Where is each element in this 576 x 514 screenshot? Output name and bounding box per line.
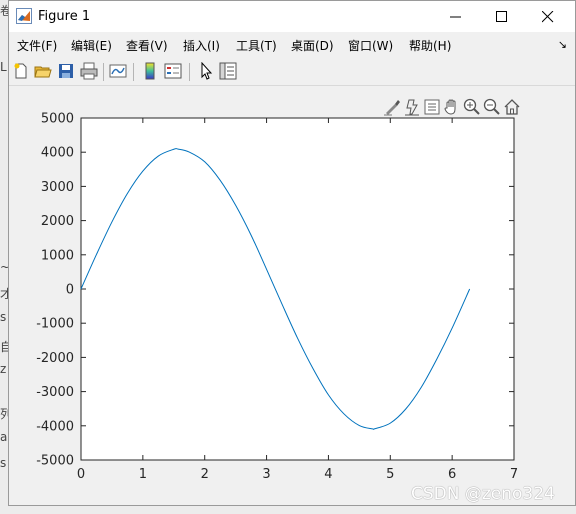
y-tick-label: 4000 <box>41 146 74 161</box>
x-tick-label: 3 <box>262 467 270 482</box>
y-tick-label: 2000 <box>41 214 74 229</box>
y-tick-label: -1000 <box>36 317 74 332</box>
watermark: CSDN @zeno324 <box>411 484 555 504</box>
x-tick-label: 5 <box>386 467 394 482</box>
y-tick-label: -5000 <box>36 454 74 469</box>
y-tick-label: 1000 <box>41 248 74 263</box>
axes-box <box>80 117 515 461</box>
y-tick-label: 3000 <box>41 180 74 195</box>
x-tick-label: 4 <box>324 467 332 482</box>
y-tick-label: 5000 <box>41 112 74 127</box>
x-tick-label: 1 <box>139 467 147 482</box>
y-tick-label: -3000 <box>36 385 74 400</box>
x-tick-label: 6 <box>448 467 456 482</box>
axes: 0 1 2 3 4 5 6 7 5000 4000 3000 2000 1000 0 -1000 -2000 -… <box>36 112 518 483</box>
y-tick-label: -2000 <box>36 351 74 366</box>
x-tick-label: 2 <box>201 467 209 482</box>
plot-area: 0 1 2 3 4 5 6 7 5000 4000 3000 2000 1000 0 -1000 -2000 -… <box>36 112 518 483</box>
y-tick-label: -4000 <box>36 419 74 434</box>
x-tick-label: 0 <box>77 467 85 482</box>
y-tick-label: 0 <box>66 283 74 298</box>
x-tick-label: 7 <box>510 467 518 482</box>
